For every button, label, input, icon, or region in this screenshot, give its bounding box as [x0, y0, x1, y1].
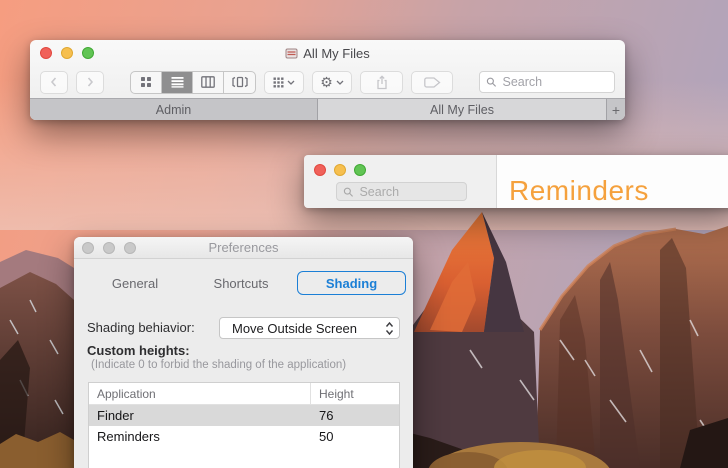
- minimize-button[interactable]: [334, 164, 346, 176]
- tab-label: All My Files: [430, 102, 494, 117]
- column-view-icon: [201, 76, 215, 88]
- share-icon: [376, 74, 387, 89]
- new-tab-button[interactable]: +: [607, 99, 625, 120]
- tab-label: General: [111, 275, 159, 291]
- chevron-down-icon: [336, 80, 344, 85]
- arrange-button[interactable]: [264, 70, 304, 94]
- reminders-window: Reminders: [304, 155, 728, 208]
- traffic-lights: [314, 164, 366, 176]
- finder-tabbar: Admin All My Files +: [30, 98, 625, 120]
- popup-stepper-icon: [385, 321, 394, 335]
- preferences-titlebar: Preferences: [74, 237, 413, 259]
- coverflow-view-button[interactable]: [224, 72, 255, 93]
- list-view-button[interactable]: [162, 71, 193, 93]
- close-button[interactable]: [40, 47, 52, 59]
- close-button[interactable]: [82, 242, 94, 254]
- gear-icon: ⚙: [320, 74, 333, 90]
- tab-all-my-files[interactable]: All My Files: [318, 99, 607, 120]
- tab-shortcuts[interactable]: Shortcuts: [204, 271, 278, 295]
- finder-titlebar: All My Files: [30, 40, 625, 66]
- window-title-text: Preferences: [208, 240, 279, 255]
- zoom-button[interactable]: [82, 47, 94, 59]
- custom-heights-note: (Indicate 0 to forbid the shading of the…: [91, 359, 347, 371]
- cell-application: Finder: [97, 408, 134, 423]
- action-button[interactable]: ⚙: [312, 70, 352, 94]
- preferences-tabs: General Shortcuts Shading: [74, 271, 413, 295]
- cell-height: 50: [319, 429, 334, 444]
- tab-label: Shortcuts: [213, 275, 269, 291]
- icon-view-icon: [141, 77, 151, 87]
- custom-heights-table: Application Height Finder 76 Reminders 5…: [88, 382, 400, 468]
- minimize-button[interactable]: [61, 47, 73, 59]
- shading-behavior-popup[interactable]: Move Outside Screen: [219, 317, 400, 339]
- search-icon: [486, 77, 497, 87]
- search-icon: [343, 187, 353, 197]
- coverflow-view-icon: [231, 76, 248, 88]
- minimize-button[interactable]: [103, 242, 115, 254]
- column-header-application[interactable]: Application: [89, 383, 311, 404]
- all-my-files-icon: [285, 48, 298, 58]
- window-title: All My Files: [285, 45, 370, 61]
- table-row[interactable]: Reminders 50: [89, 426, 399, 447]
- finder-window: All My Files ⚙ Search Admin All My Files…: [30, 40, 625, 120]
- reminders-title: Reminders: [509, 175, 649, 206]
- shading-behavior-row: Shading behiavior: Move Outside Screen: [87, 317, 400, 339]
- chevron-down-icon: [287, 80, 295, 85]
- finder-toolbar: ⚙: [30, 66, 625, 98]
- shading-behavior-label: Shading behiavior:: [87, 320, 195, 335]
- arrange-grid-icon: [273, 77, 284, 87]
- tab-general[interactable]: General: [104, 271, 166, 295]
- search-input[interactable]: [500, 74, 608, 90]
- zoom-button[interactable]: [124, 242, 136, 254]
- chevron-left-icon: [50, 77, 57, 87]
- back-button[interactable]: [40, 70, 68, 94]
- traffic-lights-inactive: [82, 242, 136, 254]
- search-input[interactable]: [357, 183, 460, 200]
- column-view-button[interactable]: [193, 71, 224, 93]
- chevron-right-icon: [87, 77, 94, 87]
- table-header: Application Height: [89, 383, 399, 405]
- tag-icon: [423, 76, 441, 88]
- table-row[interactable]: Finder 76: [89, 405, 399, 426]
- preferences-window: Preferences General Shortcuts Shading Sh…: [74, 237, 413, 468]
- tab-shading[interactable]: Shading: [297, 271, 406, 295]
- cell-height: 76: [319, 408, 334, 423]
- column-header-height[interactable]: Height: [311, 387, 399, 401]
- view-segmented-control: [130, 70, 256, 94]
- tab-admin[interactable]: Admin: [30, 99, 318, 120]
- reminders-search-field[interactable]: [336, 182, 467, 201]
- forward-button[interactable]: [76, 70, 104, 94]
- tag-button[interactable]: [411, 70, 453, 94]
- popup-value: Move Outside Screen: [232, 320, 358, 336]
- finder-search-field[interactable]: [479, 71, 615, 93]
- plus-icon: +: [611, 101, 621, 118]
- reminders-main: Reminders: [497, 155, 728, 208]
- custom-heights-label: Custom heights:: [87, 343, 190, 358]
- reminders-sidebar: [304, 155, 497, 208]
- list-view-icon: [171, 77, 183, 88]
- share-button[interactable]: [360, 70, 403, 94]
- traffic-lights: [40, 47, 94, 59]
- cell-application: Reminders: [97, 429, 160, 444]
- zoom-button[interactable]: [354, 164, 366, 176]
- tab-label: Admin: [155, 102, 192, 117]
- window-title-text: All My Files: [303, 45, 370, 61]
- icon-view-button[interactable]: [131, 71, 162, 93]
- desktop: All My Files ⚙ Search Admin All My Files…: [0, 0, 728, 468]
- tab-label: Shading: [325, 275, 378, 291]
- close-button[interactable]: [314, 164, 326, 176]
